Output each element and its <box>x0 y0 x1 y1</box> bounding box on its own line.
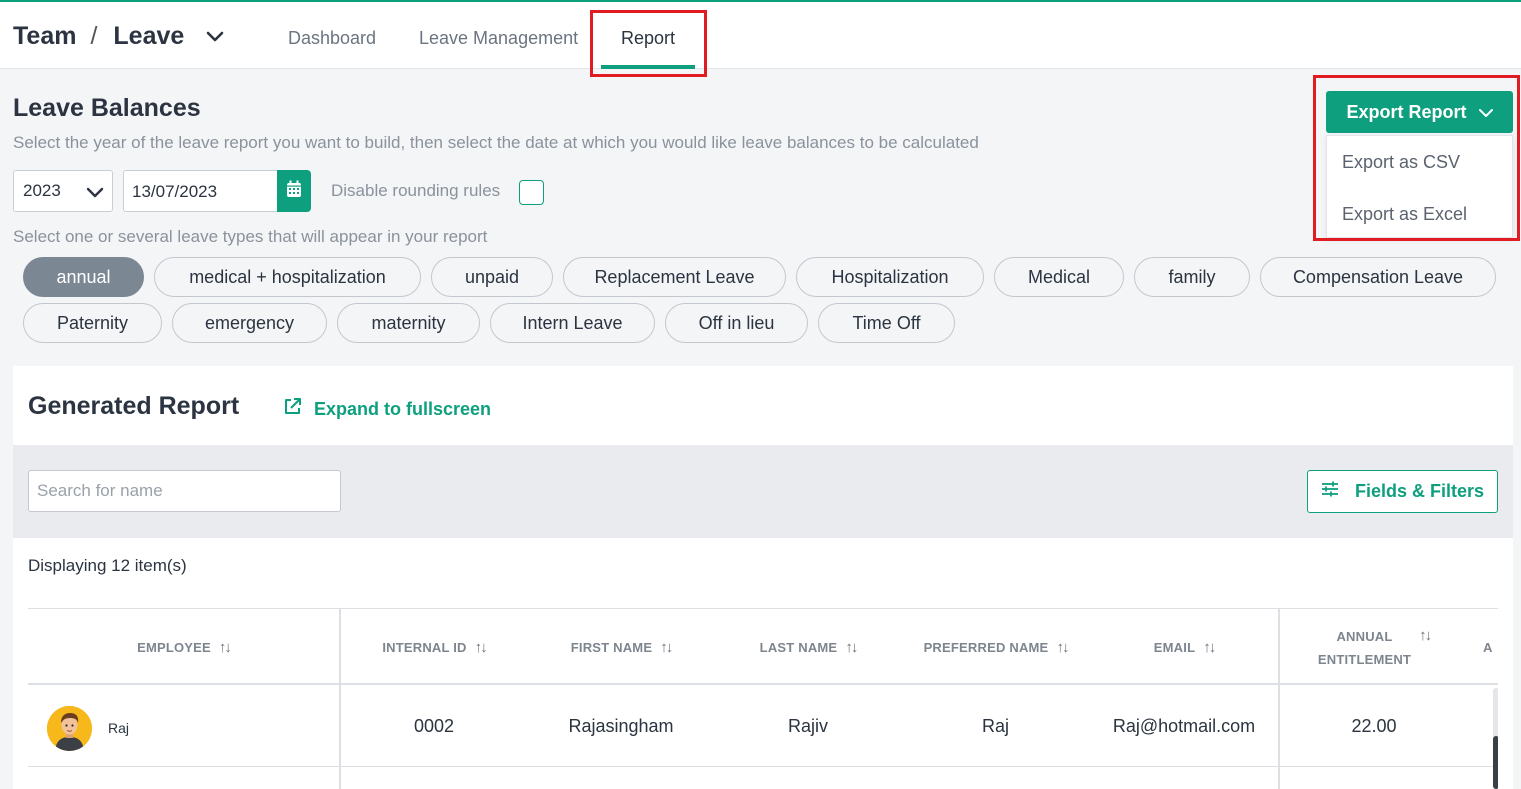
column-annual-entitlement-label: ANNUAL ENTITLEMENT <box>1318 629 1411 667</box>
disable-rounding-label: Disable rounding rules <box>331 181 501 200</box>
page-description: Select the year of the leave report you … <box>13 133 979 152</box>
leave-type-chip[interactable]: Hospitalization <box>796 257 984 297</box>
expand-fullscreen-label: Expand to fullscreen <box>314 398 492 419</box>
breadcrumb-team[interactable]: Team <box>13 22 76 51</box>
column-employee-label: EMPLOYEE <box>137 640 211 655</box>
external-link-icon <box>283 397 302 421</box>
leave-type-chip[interactable]: maternity <box>337 303 480 343</box>
calendar-icon <box>286 180 302 203</box>
table-row[interactable]: Raj 0002 Rajasingham Rajiv Raj Raj@hotma… <box>28 685 1498 767</box>
column-first-name[interactable]: FIRST NAME ↑↓ <box>527 609 715 686</box>
fields-filters-button[interactable]: Fields & Filters <box>1307 470 1498 513</box>
fields-filters-label: Fields & Filters <box>1354 481 1485 501</box>
table-scrollbar-thumb[interactable] <box>1493 736 1498 789</box>
breadcrumb-leave: Leave <box>113 22 185 50</box>
report-title: Generated Report <box>28 392 240 420</box>
calendar-button[interactable] <box>277 170 311 212</box>
date-input[interactable]: 13/07/2023 <box>123 170 279 212</box>
expand-fullscreen-link[interactable]: Expand to fullscreen <box>283 397 491 421</box>
cell-annual-entitlement: 22.00 <box>1351 715 1397 736</box>
column-internal-id-label: INTERNAL ID <box>382 640 467 655</box>
leave-type-chip[interactable]: unpaid <box>431 257 553 297</box>
page-title: Leave Balances <box>13 94 201 122</box>
leave-type-chip[interactable]: Paternity <box>23 303 162 343</box>
year-value: 2023 <box>23 181 61 200</box>
item-count: Displaying 12 item(s) <box>28 556 187 575</box>
date-value: 13/07/2023 <box>132 182 218 201</box>
sort-icon[interactable]: ↑↓ <box>1056 639 1069 656</box>
cell-internal-id: 0002 <box>413 715 455 736</box>
column-email[interactable]: EMAIL ↑↓ <box>1090 609 1278 686</box>
leave-type-chip[interactable]: medical + hospitalization <box>154 257 421 297</box>
column-annual-entitlement[interactable]: ANNUAL ENTITLEMENT ↑↓ <box>1280 609 1468 686</box>
chevron-down-icon[interactable] <box>206 28 224 46</box>
column-annual-entitlement-line1: ANNUAL <box>1336 628 1393 644</box>
leave-type-chip[interactable]: Replacement Leave <box>563 257 786 297</box>
sort-icon[interactable]: ↑↓ <box>660 639 673 656</box>
column-preferred-name[interactable]: PREFERRED NAME ↑↓ <box>901 609 1090 686</box>
sort-icon[interactable]: ↑↓ <box>1203 639 1216 656</box>
leave-type-chip[interactable]: Off in lieu <box>665 303 808 343</box>
avatar <box>47 706 92 751</box>
leave-type-chip[interactable]: Time Off <box>818 303 955 343</box>
highlight-box-export <box>1313 75 1520 241</box>
disable-rounding-checkbox[interactable] <box>519 180 544 205</box>
column-last-name[interactable]: LAST NAME ↑↓ <box>715 609 901 686</box>
leave-type-chip[interactable]: Compensation Leave <box>1260 257 1496 297</box>
column-preferred-name-label: PREFERRED NAME <box>923 640 1049 655</box>
column-internal-id[interactable]: INTERNAL ID ↑↓ <box>341 609 527 686</box>
breadcrumb-separator: / <box>90 22 98 50</box>
sort-icon[interactable]: ↑↓ <box>1419 627 1432 644</box>
leave-type-chip[interactable]: Medical <box>994 257 1124 297</box>
column-email-label: EMAIL <box>1153 640 1196 655</box>
cell-last-name: Rajiv <box>787 715 828 736</box>
filter-bar: Fields & Filters <box>13 445 1513 538</box>
employee-name: Raj <box>108 720 130 736</box>
column-annual-entitlement-line2: ENTITLEMENT <box>1317 651 1412 667</box>
highlight-box-report-tab <box>590 10 707 77</box>
generated-report-panel: Generated Report Expand to fullscreen F <box>13 366 1513 789</box>
sort-icon[interactable]: ↑↓ <box>845 639 858 656</box>
leave-type-chip[interactable]: annual <box>23 257 144 297</box>
cell-email: Raj@hotmail.com <box>1112 715 1256 736</box>
leave-types-label: Select one or several leave types that w… <box>13 227 488 246</box>
year-select[interactable]: 2023 <box>13 170 113 212</box>
column-next-partial-label: A <box>1483 640 1493 655</box>
column-next-partial: A <box>1483 609 1498 686</box>
column-last-name-label: LAST NAME <box>759 640 838 655</box>
column-employee[interactable]: EMPLOYEE ↑↓ <box>28 609 339 686</box>
sliders-icon <box>1321 481 1339 502</box>
sort-icon[interactable]: ↑↓ <box>219 639 232 656</box>
search-input[interactable] <box>28 470 341 512</box>
tab-leave-management[interactable]: Leave Management <box>419 28 578 49</box>
sort-icon[interactable]: ↑↓ <box>475 639 488 656</box>
leave-type-chip[interactable]: Intern Leave <box>490 303 655 343</box>
breadcrumb: Team / Leave <box>13 22 224 51</box>
report-table: EMPLOYEE ↑↓ INTERNAL ID ↑↓ FIRST NAME ↑↓… <box>28 608 1498 789</box>
cell-preferred-name: Raj <box>981 715 1009 736</box>
leave-type-chip[interactable]: family <box>1134 257 1250 297</box>
leave-type-chip[interactable]: emergency <box>172 303 327 343</box>
cell-first-name: Rajasingham <box>568 715 674 736</box>
chevron-down-icon <box>86 183 104 201</box>
column-first-name-label: FIRST NAME <box>570 640 653 655</box>
tab-dashboard[interactable]: Dashboard <box>288 28 376 49</box>
top-bar: Team / Leave Dashboard Leave Management … <box>0 0 1521 69</box>
